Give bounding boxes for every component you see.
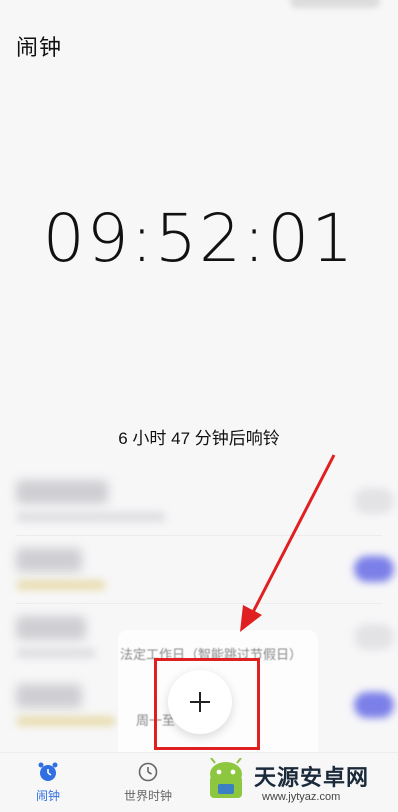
alarm-clock-icon bbox=[38, 762, 58, 781]
android-logo-icon bbox=[210, 758, 242, 798]
watermark-title: 天源安卓网 bbox=[254, 765, 370, 790]
tab-alarm[interactable]: 闹钟 bbox=[8, 761, 88, 804]
clock-icon bbox=[138, 762, 158, 782]
tab-alarm-label: 闹钟 bbox=[35, 789, 60, 803]
watermark: 天源安卓网 www.jytyaz.com bbox=[198, 752, 398, 811]
watermark-url: www.jytyaz.com bbox=[262, 791, 341, 803]
tab-world-clock-label: 世界时钟 bbox=[123, 789, 172, 803]
annotation-arrow bbox=[240, 454, 336, 632]
tab-world-clock[interactable]: 世界时钟 bbox=[108, 761, 188, 804]
